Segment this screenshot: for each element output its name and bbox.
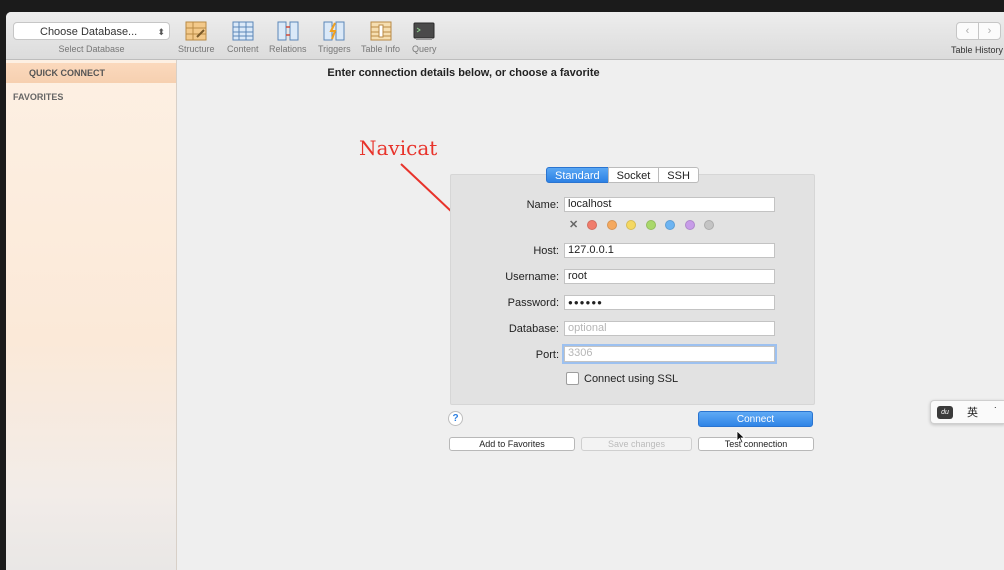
input-method-toolbar[interactable]: du 英 ˙: [930, 400, 1004, 424]
sidebar: QUICK CONNECT FAVORITES: [6, 60, 177, 570]
toolbar-table-info-label: Table Info: [361, 44, 401, 54]
content-icon: [232, 21, 254, 41]
tab-standard[interactable]: Standard: [546, 167, 609, 183]
clear-color-icon[interactable]: ✕: [569, 218, 578, 231]
select-arrows-icon: ⬍: [157, 27, 165, 37]
database-field[interactable]: optional: [564, 321, 775, 336]
tab-socket[interactable]: Socket: [607, 167, 660, 183]
chevron-right-icon: ›: [987, 25, 992, 37]
toolbar-content[interactable]: Content: [227, 21, 259, 54]
color-swatch-purple[interactable]: [684, 219, 695, 230]
ime-punctuation-indicator[interactable]: ˙: [994, 406, 998, 418]
color-swatch-orange[interactable]: [606, 219, 617, 230]
triggers-icon: [323, 21, 345, 41]
color-swatch-blue[interactable]: [665, 219, 676, 230]
host-label: Host:: [533, 245, 559, 257]
ssl-checkbox[interactable]: [566, 372, 579, 385]
test-connection-button[interactable]: Test connection: [698, 437, 814, 451]
structure-icon: [185, 21, 207, 41]
help-button[interactable]: ?: [448, 411, 463, 426]
toolbar-table-info[interactable]: Table Info: [361, 21, 400, 54]
toolbar-query-label: Query: [412, 44, 437, 54]
name-label: Name:: [526, 199, 559, 211]
toolbar: Choose Database... ⬍ Select Database Str…: [6, 12, 1004, 60]
mouse-cursor-icon: [736, 430, 746, 444]
ssl-label: Connect using SSL: [584, 372, 679, 385]
query-icon: [413, 22, 435, 40]
color-swatch-gray[interactable]: [704, 219, 715, 230]
toolbar-query[interactable]: Query: [412, 21, 437, 54]
username-field[interactable]: root: [564, 269, 775, 284]
sidebar-favorites-header: FAVORITES: [13, 92, 64, 102]
save-changes-button[interactable]: Save changes: [581, 437, 692, 451]
toolbar-triggers-label: Triggers: [318, 44, 351, 54]
baidu-ime-logo-icon: du: [937, 405, 953, 419]
toolbar-triggers[interactable]: Triggers: [318, 21, 351, 54]
page-title: Enter connection details below, or choos…: [327, 67, 600, 79]
database-select-label: Choose Database...: [40, 26, 138, 38]
color-swatch-green[interactable]: [645, 219, 656, 230]
username-label: Username:: [505, 271, 559, 283]
color-swatch-red[interactable]: [587, 219, 598, 230]
password-field[interactable]: ●●●●●●: [564, 295, 775, 310]
table-info-icon: [370, 21, 392, 41]
database-label: Database:: [508, 323, 559, 335]
toolbar-relations-label: Relations: [269, 44, 307, 54]
database-select-caption: Select Database: [58, 44, 125, 54]
color-swatch-yellow[interactable]: [626, 219, 637, 230]
toolbar-content-label: Content: [227, 44, 259, 54]
port-field[interactable]: 3306: [564, 346, 775, 362]
ssl-option[interactable]: Connect using SSL: [566, 372, 678, 385]
connection-pane: Enter connection details below, or choos…: [177, 60, 1004, 570]
chevron-left-icon: ‹: [965, 25, 970, 37]
add-to-favorites-button[interactable]: Add to Favorites: [449, 437, 575, 451]
host-field[interactable]: 127.0.0.1: [564, 243, 775, 258]
database-select[interactable]: Choose Database... ⬍: [13, 22, 170, 40]
relations-icon: [277, 21, 299, 41]
ime-language-indicator[interactable]: 英: [967, 404, 978, 420]
name-field[interactable]: localhost: [564, 197, 775, 212]
port-label: Port:: [535, 349, 559, 361]
toolbar-structure-label: Structure: [178, 44, 215, 54]
sidebar-item-quick-connect[interactable]: QUICK CONNECT: [6, 63, 176, 83]
favorite-color-picker: ✕: [569, 218, 724, 231]
connection-type-tabs: Standard Socket SSH: [546, 167, 699, 183]
toolbar-structure[interactable]: Structure: [178, 21, 215, 54]
password-label: Password:: [507, 297, 559, 309]
annotation-label: Navicat: [359, 136, 438, 160]
history-nav: ‹ ›: [956, 22, 1004, 40]
forward-button[interactable]: ›: [978, 22, 1001, 40]
toolbar-relations[interactable]: Relations: [269, 21, 307, 54]
tab-ssh[interactable]: SSH: [658, 167, 699, 183]
connect-button[interactable]: Connect: [698, 411, 813, 427]
back-button[interactable]: ‹: [956, 22, 979, 40]
app-window: Choose Database... ⬍ Select Database Str…: [6, 12, 1004, 570]
table-history-label: Table History: [951, 45, 1004, 55]
